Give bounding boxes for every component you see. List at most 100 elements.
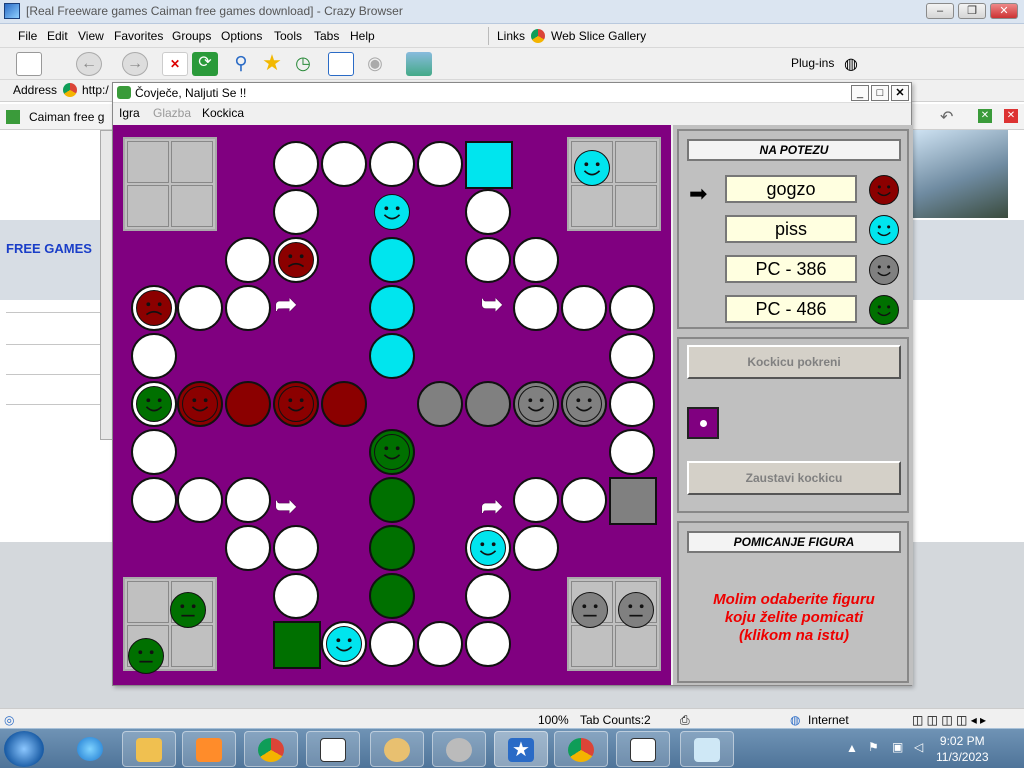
board-field[interactable] bbox=[417, 621, 463, 667]
board-field[interactable] bbox=[513, 525, 559, 571]
tray-volume-icon[interactable]: ◁ bbox=[914, 740, 923, 754]
web-slice-gallery-link[interactable]: Web Slice Gallery bbox=[551, 29, 646, 43]
game-taskbar[interactable]: ★ bbox=[494, 731, 548, 767]
board-field[interactable] bbox=[131, 477, 177, 523]
board-field[interactable] bbox=[273, 189, 319, 235]
tray-flag-icon[interactable]: ⚑ bbox=[868, 740, 879, 754]
close-green-icon[interactable]: ✕ bbox=[978, 109, 992, 123]
history-icon[interactable]: ◷ bbox=[290, 52, 316, 76]
free-games-link[interactable]: FREE GAMES bbox=[6, 241, 92, 256]
board-field[interactable] bbox=[273, 141, 319, 187]
board-field[interactable] bbox=[369, 141, 415, 187]
grey-home-pawn-1[interactable] bbox=[572, 592, 608, 628]
game-close-button[interactable]: ✕ bbox=[891, 85, 909, 101]
board-field[interactable] bbox=[273, 525, 319, 571]
search-icon[interactable]: ⚲ bbox=[228, 52, 254, 76]
cards-taskbar[interactable] bbox=[306, 731, 360, 767]
board-field[interactable] bbox=[513, 237, 559, 283]
red-pawn-2[interactable] bbox=[136, 290, 172, 326]
grey-lane[interactable] bbox=[417, 381, 463, 427]
address-input[interactable]: http:/ bbox=[82, 83, 109, 97]
grey-home-pawn-2[interactable] bbox=[618, 592, 654, 628]
window-taskbar[interactable] bbox=[616, 731, 670, 767]
game-maximize-button[interactable]: □ bbox=[871, 85, 889, 101]
tray-expand-icon[interactable]: ▲ bbox=[846, 741, 858, 755]
red-pawn-4[interactable] bbox=[278, 386, 314, 422]
green-lane[interactable] bbox=[369, 525, 415, 571]
green-pawn-1[interactable] bbox=[136, 386, 172, 422]
board-field[interactable] bbox=[465, 573, 511, 619]
sound-taskbar[interactable] bbox=[432, 731, 486, 767]
green-home-pawn-1[interactable] bbox=[170, 592, 206, 628]
green-lane[interactable] bbox=[369, 573, 415, 619]
grey-pawn-1[interactable] bbox=[518, 386, 554, 422]
menu-file[interactable]: File bbox=[18, 29, 37, 43]
board-field[interactable] bbox=[513, 285, 559, 331]
board-field[interactable] bbox=[225, 525, 271, 571]
fullscreen-icon[interactable] bbox=[328, 52, 354, 76]
red-lane[interactable] bbox=[225, 381, 271, 427]
zoom-level[interactable]: 100% bbox=[538, 713, 569, 727]
board-field[interactable] bbox=[273, 573, 319, 619]
chrome-taskbar[interactable] bbox=[244, 731, 298, 767]
menu-glazba[interactable]: Glazba bbox=[153, 106, 191, 120]
cyan-lane[interactable] bbox=[369, 237, 415, 283]
board-field[interactable] bbox=[465, 621, 511, 667]
game-minimize-button[interactable]: _ bbox=[851, 85, 869, 101]
minimize-button[interactable]: – bbox=[926, 3, 954, 19]
view-icons[interactable]: ◫ ◫ ◫ ◫ ◂ ▸ bbox=[912, 713, 986, 727]
board-field[interactable] bbox=[417, 141, 463, 187]
stop-icon[interactable]: ✕ bbox=[162, 52, 188, 76]
board-field[interactable] bbox=[609, 429, 655, 475]
menu-help[interactable]: Help bbox=[350, 29, 375, 43]
tab-caiman[interactable]: Caiman free g bbox=[29, 110, 104, 124]
grey-lane[interactable] bbox=[465, 381, 511, 427]
board-field[interactable] bbox=[225, 285, 271, 331]
undo-icon[interactable]: ↶ bbox=[940, 107, 953, 127]
plugins-label[interactable]: Plug-ins bbox=[791, 56, 834, 70]
clock[interactable]: 9:02 PM 11/3/2023 bbox=[936, 733, 989, 765]
start-button[interactable] bbox=[4, 731, 44, 767]
board-field[interactable] bbox=[609, 285, 655, 331]
explorer-taskbar[interactable] bbox=[122, 731, 176, 767]
new-page-icon[interactable] bbox=[16, 52, 42, 76]
board-field[interactable] bbox=[561, 285, 607, 331]
chrome-taskbar-2[interactable] bbox=[554, 731, 608, 767]
board-field[interactable] bbox=[609, 381, 655, 427]
board-field[interactable] bbox=[513, 477, 559, 523]
red-pawn-3[interactable] bbox=[182, 386, 218, 422]
menu-options[interactable]: Options bbox=[221, 29, 262, 43]
roll-dice-button[interactable]: Kockicu pokreni bbox=[687, 345, 901, 379]
ie-taskbar[interactable] bbox=[64, 731, 118, 767]
red-pawn-1[interactable] bbox=[278, 242, 314, 278]
menu-edit[interactable]: Edit bbox=[47, 29, 68, 43]
maximize-button[interactable]: ❐ bbox=[958, 3, 986, 19]
grey-pawn-2[interactable] bbox=[566, 386, 602, 422]
refresh-icon[interactable]: ⟳ bbox=[192, 52, 218, 76]
board-field[interactable] bbox=[609, 333, 655, 379]
green-home-pawn-2[interactable] bbox=[128, 638, 164, 674]
favorites-star-icon[interactable]: ★ bbox=[259, 52, 285, 76]
back-icon[interactable]: ← bbox=[76, 52, 102, 76]
notepad-taskbar[interactable] bbox=[680, 731, 734, 767]
tray-network-icon[interactable]: ▣ bbox=[892, 740, 903, 754]
board-field[interactable] bbox=[131, 429, 177, 475]
board-field[interactable] bbox=[465, 237, 511, 283]
cyan-lane[interactable] bbox=[369, 333, 415, 379]
rss-icon[interactable]: ◉ bbox=[362, 52, 388, 76]
plugins-icon[interactable]: ◍ bbox=[844, 54, 858, 74]
cyan-home-pawn[interactable] bbox=[574, 150, 610, 186]
cyan-lane[interactable] bbox=[369, 285, 415, 331]
cyan-pawn-3[interactable] bbox=[326, 626, 362, 662]
paint-taskbar[interactable] bbox=[370, 731, 424, 767]
printer-icon[interactable]: ⎙ bbox=[680, 713, 690, 728]
stop-dice-button[interactable]: Zaustavi kockicu bbox=[687, 461, 901, 495]
green-pawn-2[interactable] bbox=[374, 434, 410, 470]
menu-tools[interactable]: Tools bbox=[274, 29, 302, 43]
green-lane[interactable] bbox=[369, 477, 415, 523]
menu-favorites[interactable]: Favorites bbox=[114, 29, 163, 43]
board-field[interactable] bbox=[225, 237, 271, 283]
cyan-pawn-1[interactable] bbox=[374, 194, 410, 230]
menu-view[interactable]: View bbox=[78, 29, 104, 43]
red-lane[interactable] bbox=[321, 381, 367, 427]
